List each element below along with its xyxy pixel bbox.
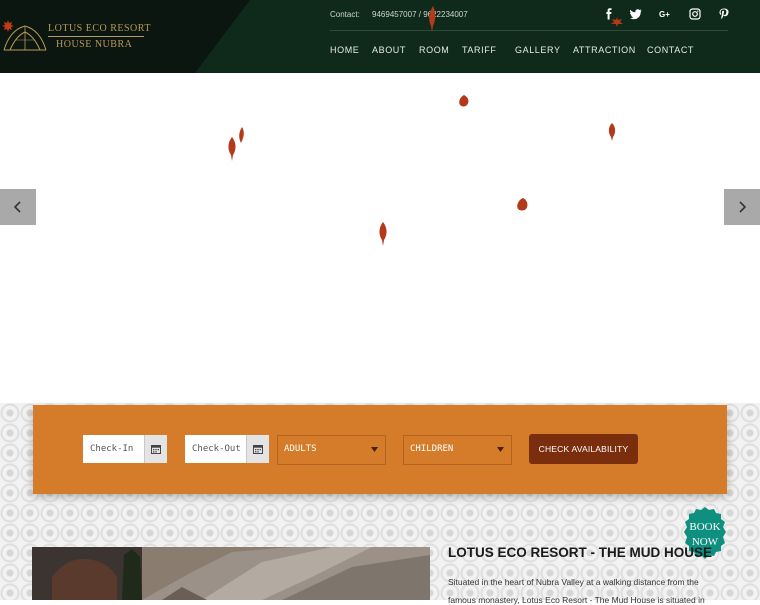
checkout-calendar-button[interactable] — [246, 435, 269, 463]
nav-room[interactable]: ROOM — [419, 45, 449, 55]
twitter-icon[interactable] — [630, 8, 642, 20]
falling-leaf-icon — [429, 6, 436, 32]
logo-line-2: HOUSE NUBRA — [56, 39, 133, 50]
chevron-left-icon — [13, 201, 21, 213]
chevron-right-icon — [739, 201, 747, 213]
dropdown-arrow-icon — [371, 447, 378, 452]
nav-gallery[interactable]: GALLERY — [515, 45, 561, 55]
logo-divider — [48, 36, 144, 37]
falling-leaf-icon — [611, 17, 623, 27]
site-logo[interactable]: LOTUS ECO RESORT HOUSE NUBRA — [2, 20, 151, 54]
maple-leaf-icon — [2, 20, 14, 32]
site-header: LOTUS ECO RESORT HOUSE NUBRA Contact: 94… — [0, 0, 760, 73]
pinterest-icon[interactable] — [718, 8, 730, 20]
falling-leaf-icon — [459, 95, 469, 107]
booking-form: ADULTS CHILDREN CHECK AVAILABILITY — [33, 405, 727, 494]
about-title: LOTUS ECO RESORT - THE MUD HOUSE — [448, 545, 713, 560]
resort-landscape-image — [32, 547, 430, 600]
slider-prev-button[interactable] — [0, 189, 36, 225]
resort-photo — [32, 547, 430, 600]
adults-select[interactable]: ADULTS — [277, 435, 386, 465]
contact-label: Contact: — [330, 10, 360, 19]
calendar-icon — [151, 445, 161, 454]
nav-home[interactable]: HOME — [330, 45, 359, 55]
falling-leaf-icon — [239, 127, 244, 143]
book-now-line-1: BOOK — [689, 521, 721, 533]
about-text: Situated in the heart of Nubra Valley at… — [448, 577, 699, 587]
nav-tariff[interactable]: TARIFF — [462, 45, 496, 55]
falling-leaf-icon — [379, 222, 387, 246]
checkin-input[interactable] — [83, 435, 150, 463]
calendar-icon — [253, 445, 263, 454]
contact-numbers[interactable]: 9469457007 / 9622234007 — [372, 10, 468, 19]
falling-leaf-icon — [517, 198, 528, 211]
slider-next-button[interactable] — [724, 189, 760, 225]
adults-select-value: ADULTS — [284, 444, 317, 454]
children-select[interactable]: CHILDREN — [403, 435, 512, 465]
nav-attraction[interactable]: ATTRACTION — [573, 45, 636, 55]
svg-text:G+: G+ — [659, 10, 670, 19]
instagram-icon[interactable] — [689, 8, 701, 20]
contact-info: Contact: 9469457007 / 9622234007 — [330, 10, 468, 19]
falling-leaf-icon — [228, 137, 236, 161]
checkin-calendar-button[interactable] — [144, 435, 167, 463]
children-select-value: CHILDREN — [410, 444, 454, 454]
nav-about[interactable]: ABOUT — [372, 45, 406, 55]
falling-leaf-icon — [608, 123, 616, 141]
nav-contact[interactable]: CONTACT — [647, 45, 694, 55]
about-text-line-2: famous monastery, Lotus Eco Resort - The… — [448, 595, 705, 605]
checkout-field — [185, 435, 269, 463]
header-divider — [330, 30, 728, 31]
logo-line-1: LOTUS ECO RESORT — [48, 23, 151, 34]
check-availability-button[interactable]: CHECK AVAILABILITY — [529, 434, 638, 464]
dropdown-arrow-icon — [497, 447, 504, 452]
google-plus-icon[interactable]: G+ — [659, 8, 671, 20]
checkout-input[interactable] — [185, 435, 252, 463]
checkin-field — [83, 435, 167, 463]
